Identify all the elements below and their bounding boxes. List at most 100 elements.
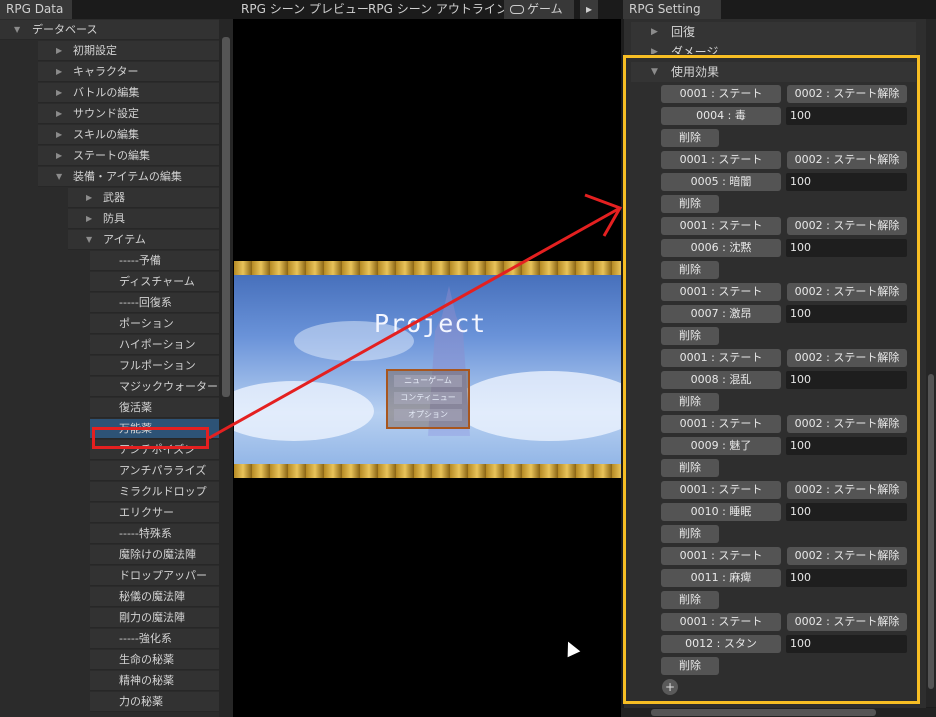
- effect-type-state-button[interactable]: 0001 : ステート: [661, 547, 781, 565]
- effect-type-state-button[interactable]: 0001 : ステート: [661, 283, 781, 301]
- horizontal-scrollbar-thumb[interactable]: [651, 709, 876, 716]
- delete-effect-button[interactable]: 削除: [661, 327, 719, 345]
- tree-item[interactable]: 万能薬: [0, 419, 219, 439]
- state-select-button[interactable]: 0009 : 魅了: [661, 437, 781, 455]
- tree-item[interactable]: 剛力の魔法陣: [0, 608, 219, 628]
- effect-type-release-button[interactable]: 0002 : ステート解除: [787, 349, 907, 367]
- delete-effect-button[interactable]: 削除: [661, 129, 719, 147]
- effect-type-release-button[interactable]: 0002 : ステート解除: [787, 217, 907, 235]
- effect-value-field[interactable]: 100: [786, 239, 907, 257]
- state-select-button[interactable]: 0007 : 激昂: [661, 305, 781, 323]
- tab-rpg-setting[interactable]: RPG Setting: [623, 0, 721, 19]
- effect-type-release-button[interactable]: 0002 : ステート解除: [787, 613, 907, 631]
- tab-rpg-data[interactable]: RPG Data: [0, 0, 72, 19]
- tree-item[interactable]: 魔除けの魔法陣: [0, 545, 219, 565]
- effect-value-field[interactable]: 100: [786, 107, 907, 125]
- tree-scrollbar-thumb[interactable]: [222, 37, 230, 397]
- effect-value-field[interactable]: 100: [786, 305, 907, 323]
- effect-type-state-button[interactable]: 0001 : ステート: [661, 415, 781, 433]
- tree-scrollbar[interactable]: [219, 19, 233, 717]
- tree-item[interactable]: ▶ ステートの編集: [0, 146, 219, 166]
- tree-item[interactable]: アンチポイズン: [0, 440, 219, 460]
- effect-type-state-button[interactable]: 0001 : ステート: [661, 85, 781, 103]
- effect-value-field[interactable]: 100: [786, 173, 907, 191]
- tree-item[interactable]: 復活薬: [0, 398, 219, 418]
- tree-item[interactable]: ▶ バトルの編集: [0, 83, 219, 103]
- effect-type-state-button[interactable]: 0001 : ステート: [661, 151, 781, 169]
- tree-item[interactable]: -----強化系: [0, 629, 219, 649]
- state-select-button[interactable]: 0005 : 暗闇: [661, 173, 781, 191]
- state-select-button[interactable]: 0006 : 沈黙: [661, 239, 781, 257]
- state-select-button[interactable]: 0012 : スタン: [661, 635, 781, 653]
- tree-item[interactable]: 精神の秘薬: [0, 671, 219, 691]
- effect-value-field[interactable]: 100: [786, 569, 907, 587]
- triangle-down-icon[interactable]: ▼: [14, 20, 20, 40]
- tree-item[interactable]: ▶ 初期設定: [0, 41, 219, 61]
- tab-scene-outline[interactable]: RPG シーン アウトライン*: [362, 0, 520, 19]
- effect-type-state-button[interactable]: 0001 : ステート: [661, 349, 781, 367]
- tree-item[interactable]: ▶ サウンド設定: [0, 104, 219, 124]
- effect-type-release-button[interactable]: 0002 : ステート解除: [787, 547, 907, 565]
- effect-value-field[interactable]: 100: [786, 503, 907, 521]
- delete-effect-button[interactable]: 削除: [661, 459, 719, 477]
- effect-type-state-button[interactable]: 0001 : ステート: [661, 481, 781, 499]
- delete-effect-button[interactable]: 削除: [661, 657, 719, 675]
- delete-effect-button[interactable]: 削除: [661, 261, 719, 279]
- tab-overflow-icon[interactable]: ▸: [580, 0, 598, 19]
- triangle-down-icon[interactable]: ▼: [86, 230, 92, 250]
- triangle-right-icon[interactable]: ▶: [56, 146, 62, 166]
- effect-type-release-button[interactable]: 0002 : ステート解除: [787, 415, 907, 433]
- triangle-right-icon[interactable]: ▶: [56, 125, 62, 145]
- effect-value-field[interactable]: 100: [786, 437, 907, 455]
- tree-item[interactable]: ポーション: [0, 314, 219, 334]
- delete-effect-button[interactable]: 削除: [661, 195, 719, 213]
- tab-game[interactable]: ゲーム: [504, 0, 574, 19]
- tree-item[interactable]: エリクサー: [0, 503, 219, 523]
- tree-item[interactable]: ▶ スキルの編集: [0, 125, 219, 145]
- effect-type-state-button[interactable]: 0001 : ステート: [661, 613, 781, 631]
- tree-item[interactable]: 力の秘薬: [0, 692, 219, 712]
- triangle-right-icon[interactable]: ▶: [56, 83, 62, 103]
- settings-scrollbar[interactable]: [926, 19, 936, 707]
- state-select-button[interactable]: 0004 : 毒: [661, 107, 781, 125]
- effect-type-release-button[interactable]: 0002 : ステート解除: [787, 85, 907, 103]
- tab-scene-preview[interactable]: RPG シーン プレビュー: [235, 0, 375, 19]
- triangle-right-icon[interactable]: ▶: [56, 62, 62, 82]
- section-damage[interactable]: ▶ ダメージ: [631, 42, 916, 54]
- effect-value-field[interactable]: 100: [786, 635, 907, 653]
- menu-continue[interactable]: コンティニュー: [394, 392, 462, 404]
- state-select-button[interactable]: 0010 : 睡眠: [661, 503, 781, 521]
- tree-item[interactable]: ディスチャーム: [0, 272, 219, 292]
- tree-root[interactable]: ▼ データベース: [0, 20, 219, 40]
- game-screen[interactable]: Project ニューゲーム コンティニュー オプション: [234, 261, 621, 478]
- tree-item[interactable]: ミラクルドロップ: [0, 482, 219, 502]
- tree-item[interactable]: ▼ 装備・アイテムの編集: [0, 167, 219, 187]
- settings-scrollbar-thumb[interactable]: [928, 374, 934, 689]
- effect-type-state-button[interactable]: 0001 : ステート: [661, 217, 781, 235]
- effect-type-release-button[interactable]: 0002 : ステート解除: [787, 481, 907, 499]
- section-use-effect[interactable]: ▼ 使用効果: [631, 62, 916, 82]
- tree-item[interactable]: マジックウォーター: [0, 377, 219, 397]
- tree-item[interactable]: ドロップアッパー: [0, 566, 219, 586]
- triangle-right-icon[interactable]: ▶: [56, 104, 62, 124]
- add-effect-button[interactable]: +: [662, 679, 678, 695]
- menu-new-game[interactable]: ニューゲーム: [394, 375, 462, 387]
- tree-item[interactable]: フルポーション: [0, 356, 219, 376]
- settings-horizontal-scrollbar[interactable]: [621, 708, 936, 717]
- tree-item[interactable]: 生命の秘薬: [0, 650, 219, 670]
- tree-item[interactable]: -----回復系: [0, 293, 219, 313]
- tree-item[interactable]: -----特殊系: [0, 524, 219, 544]
- delete-effect-button[interactable]: 削除: [661, 393, 719, 411]
- triangle-down-icon[interactable]: ▼: [56, 167, 62, 187]
- tree-item[interactable]: 秘儀の魔法陣: [0, 587, 219, 607]
- state-select-button[interactable]: 0011 : 麻痺: [661, 569, 781, 587]
- tree-item[interactable]: ▶ 武器: [0, 188, 219, 208]
- tree-item[interactable]: アンチパラライズ: [0, 461, 219, 481]
- menu-options[interactable]: オプション: [394, 409, 462, 421]
- triangle-right-icon[interactable]: ▶: [86, 209, 92, 229]
- tree-item[interactable]: ▼ アイテム: [0, 230, 219, 250]
- state-select-button[interactable]: 0008 : 混乱: [661, 371, 781, 389]
- tree-item[interactable]: ハイポーション: [0, 335, 219, 355]
- triangle-right-icon[interactable]: ▶: [56, 41, 62, 61]
- tree-item[interactable]: ▶ キャラクター: [0, 62, 219, 82]
